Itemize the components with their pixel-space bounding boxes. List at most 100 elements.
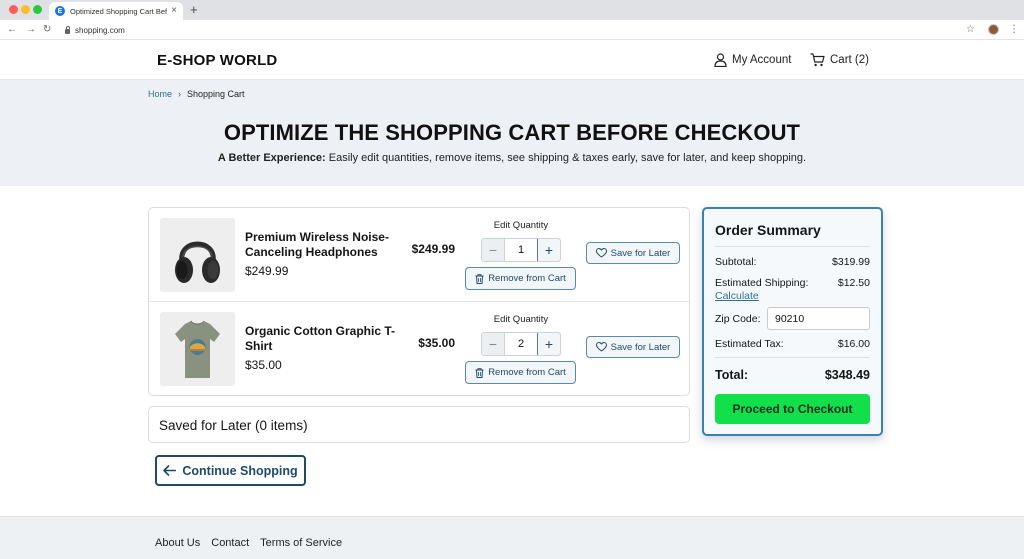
- headphones-image[interactable]: [160, 218, 235, 292]
- favicon-icon: E: [55, 6, 65, 16]
- heart-icon: [595, 248, 607, 258]
- site-header: E-SHOP WORLD My Account Cart (2): [0, 40, 1024, 80]
- cart-item-row: Organic Cotton Graphic T-Shirt $35.00 $3…: [149, 302, 689, 396]
- breadcrumb-current: Shopping Cart: [187, 89, 245, 99]
- saved-for-later-section[interactable]: Saved for Later (0 items): [148, 406, 690, 443]
- site-footer: About Us Contact Terms of Service: [0, 516, 1024, 559]
- quantity-value[interactable]: 1: [505, 239, 537, 261]
- browser-tab[interactable]: E Optimized Shopping Cart Before Checkou…: [49, 2, 183, 20]
- decrease-quantity-button[interactable]: −: [482, 239, 505, 261]
- footer-link-terms[interactable]: Terms of Service: [260, 537, 342, 549]
- save-for-later-button[interactable]: Save for Later: [586, 242, 680, 264]
- address-bar[interactable]: shopping.com: [58, 23, 978, 37]
- page-subtitle: A Better Experience: Easily edit quantit…: [0, 152, 1024, 164]
- cart-label: Cart (2): [830, 54, 869, 66]
- tax-value: $16.00: [837, 338, 870, 350]
- my-account-link[interactable]: My Account: [714, 53, 791, 67]
- subtotal-label: Subtotal:: [715, 256, 757, 268]
- breadcrumb-home-link[interactable]: Home: [148, 89, 172, 99]
- item-name[interactable]: Premium Wireless Noise-Canceling Headpho…: [245, 230, 405, 260]
- footer-link-contact[interactable]: Contact: [211, 537, 249, 549]
- tab-title: Optimized Shopping Cart Before Checkout: [70, 6, 168, 16]
- shipping-row: Estimated Shipping: $12.50: [715, 277, 870, 289]
- total-row: Total: $348.49: [715, 368, 870, 382]
- proceed-to-checkout-button[interactable]: Proceed to Checkout: [715, 394, 870, 424]
- trash-icon: [475, 367, 484, 378]
- save-for-later-button[interactable]: Save for Later: [586, 336, 680, 358]
- browser-toolbar: ← → ↻ shopping.com ☆ ⋮: [0, 20, 1024, 40]
- cart-item-row: Premium Wireless Noise-Canceling Headpho…: [149, 208, 689, 302]
- save-label: Save for Later: [610, 341, 671, 353]
- reload-icon[interactable]: ↻: [43, 23, 51, 37]
- lock-icon: [65, 25, 70, 34]
- user-icon: [714, 53, 727, 67]
- arrow-left-icon: [163, 465, 177, 476]
- cart-items-list: Premium Wireless Noise-Canceling Headpho…: [148, 207, 690, 396]
- browser-tab-strip: E Optimized Shopping Cart Before Checkou…: [0, 0, 1024, 20]
- zip-code-label: Zip Code:: [715, 313, 761, 325]
- subtitle-bold: A Better Experience:: [217, 152, 326, 164]
- breadcrumb: Home › Shopping Cart: [148, 89, 245, 99]
- quantity-stepper: − 2 +: [481, 332, 561, 356]
- shipping-label: Estimated Shipping:: [715, 277, 809, 289]
- my-account-label: My Account: [732, 54, 792, 66]
- page-title: OPTIMIZE THE SHOPPING CART BEFORE CHECKO…: [223, 120, 801, 145]
- bookmark-star-icon[interactable]: ☆: [966, 23, 975, 37]
- footer-links: About Us Contact Terms of Service: [155, 537, 353, 549]
- forward-arrow-icon[interactable]: →: [26, 23, 36, 37]
- item-unit-price: $249.99: [245, 264, 289, 278]
- cart-icon: [810, 53, 825, 67]
- browser-menu-icon[interactable]: ⋮: [1009, 23, 1019, 37]
- increase-quantity-button[interactable]: +: [537, 239, 560, 261]
- quantity-value[interactable]: 2: [505, 333, 537, 355]
- order-summary-panel: Order Summary Subtotal: $319.99 Estimate…: [702, 207, 883, 436]
- site-logo[interactable]: E-SHOP WORLD: [157, 52, 277, 69]
- subtitle-text: Easily edit quantities, remove items, se…: [325, 152, 807, 164]
- back-arrow-icon[interactable]: ←: [7, 23, 17, 37]
- item-total-price: $35.00: [418, 336, 455, 350]
- tax-label: Estimated Tax:: [715, 338, 784, 350]
- trash-icon: [475, 273, 484, 284]
- subtotal-row: Subtotal: $319.99: [715, 256, 870, 268]
- decrease-quantity-button[interactable]: −: [482, 333, 505, 355]
- tshirt-image[interactable]: [160, 312, 235, 386]
- summary-divider: [715, 246, 870, 247]
- quantity-stepper: − 1 +: [481, 238, 561, 262]
- save-label: Save for Later: [610, 247, 671, 259]
- shipping-value: $12.50: [837, 277, 870, 289]
- close-tab-icon[interactable]: ×: [171, 6, 177, 16]
- edit-quantity-label: Edit Quantity: [493, 314, 549, 325]
- item-total-price: $249.99: [411, 242, 455, 256]
- hero-banner: Home › Shopping Cart OPTIMIZE THE SHOPPI…: [0, 80, 1024, 186]
- maximize-window-dot[interactable]: [33, 5, 42, 14]
- breadcrumb-separator-icon: ›: [178, 89, 182, 99]
- remove-from-cart-button[interactable]: Remove from Cart: [465, 267, 576, 290]
- summary-divider: [715, 357, 870, 358]
- order-summary-title: Order Summary: [715, 222, 821, 238]
- calculate-shipping-link[interactable]: Calculate: [715, 290, 759, 302]
- increase-quantity-button[interactable]: +: [537, 333, 560, 355]
- minimize-window-dot[interactable]: [21, 5, 30, 14]
- close-window-dot[interactable]: [9, 5, 18, 14]
- checkout-label: Proceed to Checkout: [732, 402, 853, 416]
- total-label: Total:: [715, 368, 749, 382]
- total-value: $348.49: [824, 368, 870, 382]
- item-name[interactable]: Organic Cotton Graphic T-Shirt: [245, 324, 405, 354]
- continue-shopping-label: Continue Shopping: [182, 463, 298, 478]
- remove-from-cart-button[interactable]: Remove from Cart: [465, 361, 576, 384]
- new-tab-icon[interactable]: +: [190, 2, 198, 18]
- item-unit-price: $35.00: [245, 358, 282, 372]
- footer-link-about-us[interactable]: About Us: [155, 537, 200, 549]
- cart-link[interactable]: Cart (2): [810, 53, 869, 67]
- tax-row: Estimated Tax: $16.00: [715, 338, 870, 350]
- zip-code-input[interactable]: [767, 307, 870, 330]
- heart-icon: [595, 342, 607, 352]
- saved-for-later-title: Saved for Later (0 items): [159, 418, 308, 433]
- profile-avatar[interactable]: [988, 24, 999, 35]
- continue-shopping-button[interactable]: Continue Shopping: [155, 455, 306, 486]
- remove-label: Remove from Cart: [488, 367, 566, 378]
- url-text: shopping.com: [75, 25, 125, 35]
- remove-label: Remove from Cart: [488, 273, 566, 284]
- subtotal-value: $319.99: [832, 256, 870, 268]
- edit-quantity-label: Edit Quantity: [493, 220, 549, 231]
